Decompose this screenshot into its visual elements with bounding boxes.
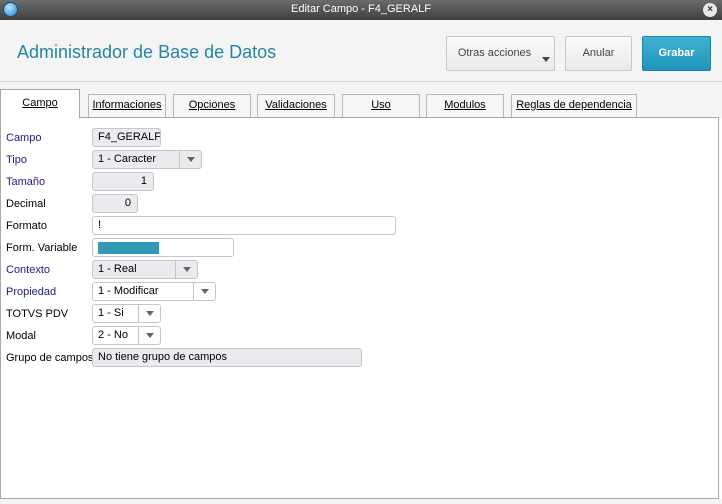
chevron-down-icon[interactable] [138,327,160,344]
form-variable-field[interactable] [92,238,234,257]
tab-label: Reglas de dependencia [516,99,632,111]
tab-modulos[interactable]: Modulos [426,94,504,117]
modal-label: Modal [6,330,36,342]
contexto-value: 1 - Real [98,263,137,275]
contexto-label: Contexto [6,264,51,276]
header: Administrador de Base de Datos Otras acc… [0,20,722,82]
tipo-label: Tipo [6,154,27,166]
formato-field[interactable]: ! [92,216,396,235]
otras-acciones-button[interactable]: Otras acciones [446,36,555,71]
propiedad-select[interactable]: 1 - Modificar [92,282,216,301]
campo-field: F4_GERALF [92,128,161,147]
modal-value: 2 - No [98,329,128,341]
tab-bar: Campo Informaciones Opciones Validacione… [0,82,722,118]
form-variable-highlight [98,242,159,254]
modal-select[interactable]: 2 - No [92,326,161,345]
campo-label: Campo [6,132,42,144]
otras-acciones-label: Otras acciones [457,47,532,59]
decimal-field[interactable]: 0 [92,194,138,213]
anular-button[interactable]: Anular [565,36,632,71]
chevron-down-icon[interactable] [175,261,197,278]
chevron-down-icon[interactable] [179,151,201,168]
tipo-value: 1 - Caracter [98,153,157,165]
campo-panel: Campo F4_GERALF Tipo 1 - Caracter Tamaño… [0,117,719,499]
tab-reglas-de-dependencia[interactable]: Reglas de dependencia [511,94,637,117]
grupo-label: Grupo de campos [6,352,94,364]
tab-label: Modulos [444,99,486,111]
tipo-select[interactable]: 1 - Caracter [92,150,202,169]
chevron-down-icon[interactable] [138,305,160,322]
app-title: Administrador de Base de Datos [17,42,277,62]
title-bar: Editar Campo - F4_GERALF × [0,0,722,20]
status-bar [0,499,722,504]
close-icon[interactable]: × [703,3,717,17]
tab-validaciones[interactable]: Validaciones [257,94,335,117]
tamano-field[interactable]: 1 [92,172,154,191]
form-variable-label: Form. Variable [6,242,78,254]
tab-label: Validaciones [265,99,327,111]
tab-label: Opciones [188,99,236,111]
totvs-pdv-label: TOTVS PDV [6,308,69,320]
totvs-pdv-value: 1 - Si [98,307,124,319]
caret-down-icon [542,57,550,62]
decimal-label: Decimal [6,198,46,210]
tab-label: Informaciones [92,99,162,111]
totvs-pdv-select[interactable]: 1 - Si [92,304,161,323]
window-title: Editar Campo - F4_GERALF [291,3,431,15]
tamano-label: Tamaño [6,176,46,188]
tab-informaciones[interactable]: Informaciones [88,94,166,117]
grabar-button[interactable]: Grabar [642,36,711,71]
propiedad-label: Propiedad [6,286,57,298]
tab-uso[interactable]: Uso [342,94,420,117]
tab-campo[interactable]: Campo [0,89,80,118]
tab-opciones[interactable]: Opciones [173,94,251,117]
grupo-field: No tiene grupo de campos [92,348,362,367]
tab-label: Uso [371,99,391,111]
chevron-down-icon[interactable] [193,283,215,300]
formato-label: Formato [6,220,47,232]
propiedad-value: 1 - Modificar [98,285,159,297]
tab-label: Campo [22,97,58,109]
contexto-select[interactable]: 1 - Real [92,260,198,279]
